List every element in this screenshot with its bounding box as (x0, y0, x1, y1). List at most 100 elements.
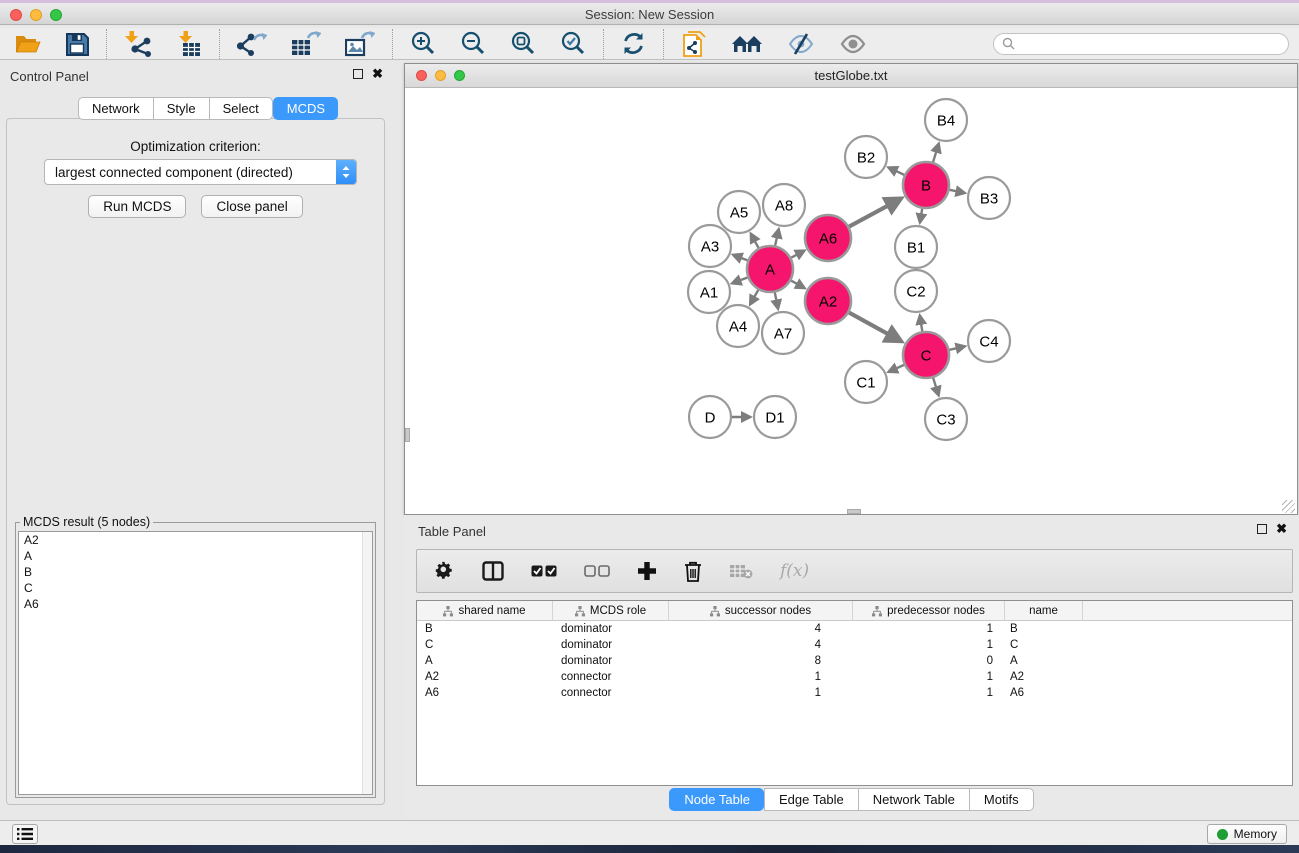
refresh-button[interactable] (621, 31, 646, 56)
graph-node[interactable]: A3 (689, 225, 731, 267)
clone-network-button[interactable] (681, 30, 707, 58)
graph-node[interactable]: B3 (968, 177, 1010, 219)
graph-edge[interactable] (933, 378, 938, 395)
close-panel-icon[interactable]: ✖ (372, 69, 383, 79)
function-builder-button[interactable]: f(x) (780, 561, 809, 581)
graph-edge[interactable] (950, 190, 965, 193)
table-cell[interactable]: A (417, 653, 553, 669)
deselect-all-columns-button[interactable] (584, 565, 610, 577)
table-row[interactable]: Bdominator41B (417, 621, 1292, 637)
mcds-result-item[interactable]: A2 (19, 532, 372, 548)
table-cell[interactable]: 1 (853, 621, 1005, 637)
graph-edge[interactable] (775, 229, 779, 245)
table-cell[interactable]: dominator (553, 653, 669, 669)
graph-node[interactable]: B4 (925, 99, 967, 141)
import-table-button[interactable] (176, 31, 202, 57)
table-cell[interactable]: A (1005, 653, 1083, 669)
table-row[interactable]: Adominator80A (417, 653, 1292, 669)
graph-node[interactable]: C1 (845, 361, 887, 403)
graph-node[interactable]: B1 (895, 226, 937, 268)
import-network-button[interactable] (124, 31, 152, 57)
open-session-button[interactable] (14, 32, 41, 56)
close-table-panel-icon[interactable]: ✖ (1276, 524, 1287, 534)
table-row[interactable]: Cdominator41C (417, 637, 1292, 653)
zoom-in-button[interactable] (410, 31, 436, 57)
tab-select[interactable]: Select (209, 97, 273, 120)
mcds-result-item[interactable]: C (19, 580, 372, 596)
tab-motifs[interactable]: Motifs (969, 788, 1034, 811)
table-row[interactable]: A2connector11A2 (417, 669, 1292, 685)
graph-edge[interactable] (775, 293, 778, 309)
table-cell[interactable]: 1 (853, 669, 1005, 685)
mcds-result-item[interactable]: B (19, 564, 372, 580)
export-network-button[interactable] (237, 31, 267, 57)
zoom-fit-button[interactable] (510, 31, 536, 57)
graph-node[interactable]: A7 (762, 312, 804, 354)
table-cell[interactable]: dominator (553, 637, 669, 653)
mcds-result-list[interactable]: A2ABCA6 (18, 531, 373, 795)
graph-node[interactable]: B (903, 162, 949, 208)
zoom-selected-button[interactable] (560, 31, 586, 57)
graph-node[interactable]: A6 (805, 215, 851, 261)
node-table[interactable]: shared nameMCDS rolesuccessor nodesprede… (416, 600, 1293, 786)
create-column-button[interactable] (637, 561, 657, 581)
criterion-select[interactable]: largest connected component (directed) (44, 159, 357, 185)
network-graph[interactable]: B4B2BB3A8A5A6A3B1AA1C2A2A4A7C4CC1DD1C3 (405, 88, 1296, 514)
graph-node[interactable]: C4 (968, 320, 1010, 362)
column-header[interactable]: MCDS role (553, 601, 669, 621)
split-columns-button[interactable] (482, 561, 504, 581)
graph-edge[interactable] (920, 316, 922, 332)
column-header[interactable]: predecessor nodes (853, 601, 1005, 621)
table-cell[interactable]: 1 (669, 685, 853, 701)
save-session-button[interactable] (65, 32, 89, 56)
tab-network[interactable]: Network (78, 97, 153, 120)
table-cell[interactable]: A6 (417, 685, 553, 701)
tab-network-table[interactable]: Network Table (858, 788, 969, 811)
delete-table-button[interactable] (729, 563, 753, 579)
graph-node[interactable]: D1 (754, 396, 796, 438)
table-cell[interactable]: B (417, 621, 553, 637)
tab-style[interactable]: Style (153, 97, 209, 120)
table-cell[interactable]: 4 (669, 621, 853, 637)
vertical-scrollbar-thumb[interactable] (405, 428, 410, 442)
zoom-out-button[interactable] (460, 31, 486, 57)
table-cell[interactable]: 8 (669, 653, 853, 669)
table-row[interactable]: A6connector11A6 (417, 685, 1292, 701)
column-header[interactable]: name (1005, 601, 1083, 621)
mcds-result-item[interactable]: A6 (19, 596, 372, 612)
graph-edge[interactable] (791, 281, 804, 288)
column-header[interactable]: shared name (417, 601, 553, 621)
table-cell[interactable]: 1 (669, 669, 853, 685)
graph-edge[interactable] (849, 199, 900, 227)
home-networks-button[interactable] (731, 32, 763, 56)
table-cell[interactable]: 1 (853, 637, 1005, 653)
graph-node[interactable]: A2 (805, 278, 851, 324)
resize-grip[interactable] (1282, 500, 1295, 513)
mcds-result-item[interactable]: A (19, 548, 372, 564)
show-graphics-details-button[interactable] (839, 32, 867, 56)
graph-edge[interactable] (751, 234, 759, 248)
graph-edge[interactable] (733, 255, 747, 260)
graph-edge[interactable] (791, 251, 804, 258)
tab-edge-table[interactable]: Edge Table (764, 788, 858, 811)
table-cell[interactable]: 0 (853, 653, 1005, 669)
graph-edge[interactable] (889, 168, 905, 175)
table-cell[interactable]: 1 (853, 685, 1005, 701)
graph-edge[interactable] (889, 365, 904, 372)
tab-node-table[interactable]: Node Table (669, 788, 764, 811)
graph-edge[interactable] (849, 313, 901, 341)
graph-node[interactable]: A (747, 246, 793, 292)
export-image-button[interactable] (345, 31, 375, 57)
float-panel-icon[interactable] (353, 69, 363, 79)
close-panel-button[interactable]: Close panel (201, 195, 302, 218)
table-cell[interactable]: C (1005, 637, 1083, 653)
tab-mcds[interactable]: MCDS (273, 97, 338, 120)
graph-edge[interactable] (933, 144, 939, 162)
select-all-columns-button[interactable] (531, 565, 557, 577)
graph-node[interactable]: A1 (688, 271, 730, 313)
memory-button[interactable]: Memory (1207, 824, 1287, 844)
graph-edge[interactable] (732, 277, 747, 283)
table-cell[interactable]: A2 (1005, 669, 1083, 685)
graph-node[interactable]: B2 (845, 136, 887, 178)
graph-node[interactable]: C2 (895, 270, 937, 312)
